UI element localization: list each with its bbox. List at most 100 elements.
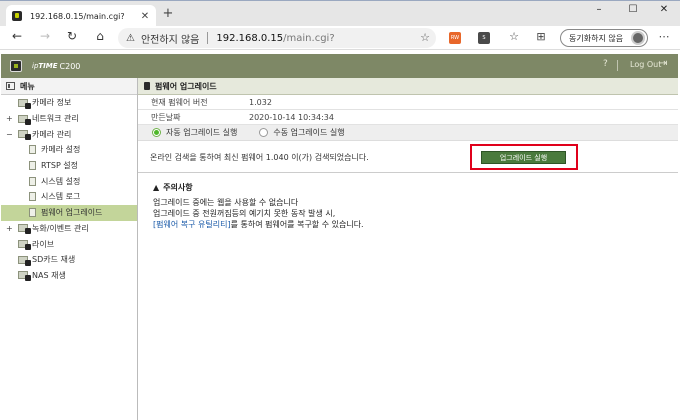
sidebar-item-label: 카메라 설정 <box>41 145 81 155</box>
logout-link[interactable]: Log Out <box>630 60 661 69</box>
main-content: 펌웨어 업그레이드 현재 펌웨어 버전 1.032 만든날짜 2020-10-1… <box>138 78 678 420</box>
sidebar-item-label: RTSP 설정 <box>41 161 79 171</box>
camera-logo-icon <box>10 60 22 72</box>
upgrade-button[interactable]: 업그레이드 실행 <box>481 151 566 164</box>
sidebar-item-label: 시스템 설정 <box>41 176 81 186</box>
current-version-label: 현재 펌웨어 버전 <box>151 97 208 107</box>
page-icon <box>29 145 36 155</box>
notice-title-text: 주의사항 <box>163 183 193 192</box>
page-icon <box>29 192 36 202</box>
page-icon <box>29 208 36 218</box>
address-bar[interactable]: ⚠ 안전하지 않음 192.168.0.15 /main.cgi? ☆ <box>118 28 436 48</box>
sidebar-item-network[interactable]: + 네트워크 관리 <box>1 111 137 127</box>
sidebar-item-live[interactable]: 라이브 <box>1 236 137 252</box>
url-host[interactable]: 192.168.0.15 <box>216 33 283 44</box>
online-check-row: 온라인 검색을 통하여 최신 펌웨어 1.040 이(가) 검색되었습니다. <box>138 141 678 173</box>
brand-logo: ipTIME <box>32 62 58 70</box>
back-button[interactable]: ← <box>8 29 26 43</box>
folder-lock-icon <box>18 240 31 251</box>
insecure-label[interactable]: 안전하지 않음 <box>141 31 199 46</box>
collections-icon[interactable]: ⊞ <box>533 30 549 43</box>
expand-icon[interactable]: + <box>6 114 13 123</box>
page-icon <box>29 161 36 171</box>
menu-title: 메뉴 <box>20 81 35 91</box>
build-date-value: 2020-10-14 10:34:34 <box>249 112 334 122</box>
sidebar-item-camera-info[interactable]: 카메라 정보 <box>1 95 137 111</box>
auto-upgrade-radio[interactable] <box>152 128 161 137</box>
folder-lock-icon <box>18 271 31 282</box>
sidebar-item-label: 카메라 관리 <box>32 129 72 139</box>
reload-button[interactable]: ↻ <box>63 29 81 43</box>
app-header: ipTIME C200 ? Log Out ⇥ <box>1 54 678 78</box>
extension-rw-icon[interactable]: RW <box>449 32 461 44</box>
auto-upgrade-label[interactable]: 자동 업그레이드 실행 <box>166 127 237 138</box>
sidebar-item-label: 카메라 정보 <box>32 98 72 108</box>
sync-profile-button[interactable]: 동기화하지 않음 <box>560 29 648 47</box>
sidebar-item-system-log[interactable]: 시스템 로그 <box>1 189 137 205</box>
manual-upgrade-radio[interactable] <box>259 128 269 137</box>
expand-icon[interactable]: + <box>6 224 13 233</box>
folder-lock-icon <box>18 255 31 266</box>
page-icon <box>29 176 36 186</box>
folder-lock-icon <box>18 224 31 235</box>
sidebar-item-label: 시스템 로그 <box>41 192 81 202</box>
warning-icon: ▲ <box>153 183 160 192</box>
sidebar-item-rtsp[interactable]: RTSP 설정 <box>1 158 137 174</box>
sidebar-item-sd-playback[interactable]: SD카드 재생 <box>1 252 137 268</box>
minimize-button[interactable]: – <box>585 4 613 15</box>
notice-block: ▲ 주의사항 업그레이드 중에는 웹을 사용할 수 없습니다 업그레이드 중 전… <box>153 182 364 231</box>
online-search-message: 온라인 검색을 통하여 최신 펌웨어 1.040 이(가) 검색되었습니다. <box>150 153 369 162</box>
folder-lock-icon <box>18 98 31 109</box>
help-button[interactable]: ? <box>603 59 608 69</box>
favorite-star-icon[interactable]: ☆ <box>420 31 430 44</box>
sidebar-item-camera-management[interactable]: − 카메라 관리 <box>1 126 137 142</box>
home-button[interactable]: ⌂ <box>91 29 109 43</box>
sync-label: 동기화하지 않음 <box>569 33 624 43</box>
forward-button[interactable]: → <box>36 29 54 43</box>
sidebar-item-nas-playback[interactable]: NAS 재생 <box>1 268 137 284</box>
logout-icon[interactable]: ⇥ <box>659 58 667 69</box>
model-name: C200 <box>59 61 81 71</box>
extension-s-icon[interactable]: S <box>478 32 490 44</box>
notice-line: 업그레이드 중에는 웹을 사용할 수 없습니다 <box>153 198 299 207</box>
sidebar-menu: 메뉴 카메라 정보 + 네트워크 관리 − 카메라 관리 카메라 설정 RTSP… <box>1 78 138 420</box>
camera-icon <box>144 82 150 90</box>
tab-close-icon[interactable]: ✕ <box>138 11 152 22</box>
page-title: 펌웨어 업그레이드 <box>155 81 217 91</box>
browser-tab[interactable]: 192.168.0.15/main.cgi? ✕ <box>6 5 156 27</box>
sidebar-item-recording[interactable]: + 녹화/이벤트 관리 <box>1 221 137 237</box>
sidebar-item-system-settings[interactable]: 시스템 설정 <box>1 173 137 189</box>
sidebar-item-label: SD카드 재생 <box>32 255 76 265</box>
browser-tab-strip: 192.168.0.15/main.cgi? ✕ + – ☐ ✕ <box>0 0 680 27</box>
section-header: 펌웨어 업그레이드 <box>138 78 678 95</box>
sidebar-item-label: 라이브 <box>32 239 55 249</box>
new-tab-button[interactable]: + <box>160 6 176 21</box>
current-version-row: 현재 펌웨어 버전 1.032 <box>138 95 678 110</box>
warning-icon[interactable]: ⚠ <box>126 33 135 44</box>
build-date-label: 만든날짜 <box>151 112 181 122</box>
more-menu-icon[interactable]: ⋯ <box>656 30 672 43</box>
folder-lock-icon <box>18 130 31 141</box>
url-path[interactable]: /main.cgi? <box>283 33 334 44</box>
current-version-value: 1.032 <box>249 97 272 107</box>
firmware-recovery-link[interactable]: [펌웨어 복구 유틸리티] <box>153 220 231 229</box>
site-favicon-icon <box>12 11 22 21</box>
header-divider <box>617 60 618 71</box>
address-separator <box>207 32 209 44</box>
maximize-button[interactable]: ☐ <box>619 4 647 15</box>
sidebar-item-label: 녹화/이벤트 관리 <box>32 223 89 233</box>
build-date-row: 만든날짜 2020-10-14 10:34:34 <box>138 110 678 125</box>
folder-lock-icon <box>18 114 31 125</box>
collapse-icon[interactable]: − <box>6 130 13 139</box>
notice-line: 업그레이드 중 전원꺼짐등의 예기치 못한 동작 발생 시, <box>153 209 336 218</box>
sidebar-item-camera-settings[interactable]: 카메라 설정 <box>1 142 137 158</box>
sidebar-item-label: 펌웨어 업그레이드 <box>41 208 103 218</box>
favorites-icon[interactable]: ☆ <box>506 30 522 43</box>
notice-link-suffix: 를 통하여 펌웨어를 복구할 수 있습니다. <box>230 220 364 229</box>
sidebar-item-label: 네트워크 관리 <box>32 114 79 124</box>
notice-title: ▲ 주의사항 <box>153 182 364 193</box>
notice-line: [펌웨어 복구 유틸리티]를 통하여 펌웨어를 복구할 수 있습니다. <box>153 220 364 230</box>
sidebar-item-firmware-upgrade[interactable]: 펌웨어 업그레이드 <box>1 204 137 221</box>
manual-upgrade-label[interactable]: 수동 업그레이드 실행 <box>273 127 344 138</box>
window-close-button[interactable]: ✕ <box>650 4 678 15</box>
